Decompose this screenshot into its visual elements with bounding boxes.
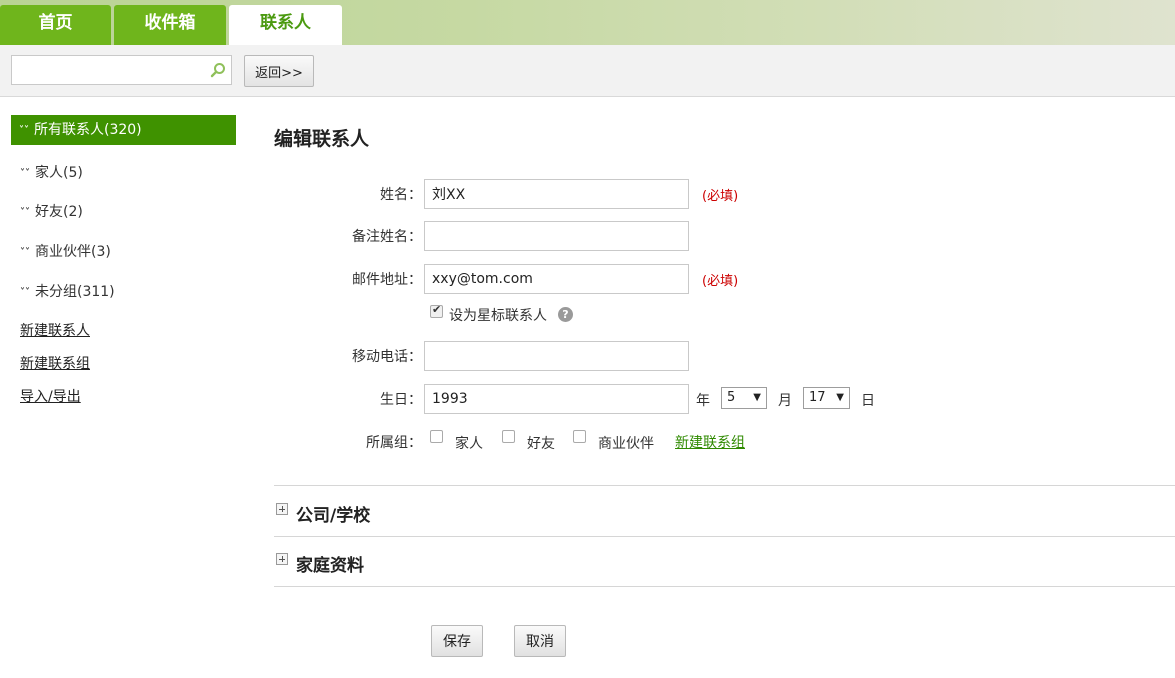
name-field[interactable] — [424, 179, 689, 209]
section-label: 家庭资料 — [296, 556, 364, 576]
email-label: 邮件地址： — [352, 272, 422, 288]
sidebar-item-label: 好友(2) — [35, 204, 83, 220]
birth-month-value: 5 — [727, 390, 736, 405]
sidebar-item-family[interactable]: ˅˅ 家人(5) — [20, 163, 83, 183]
toolbar: 返回>> — [0, 45, 1175, 97]
star-contact-checkbox[interactable] — [430, 303, 443, 318]
alias-field[interactable] — [424, 221, 689, 251]
cancel-button[interactable]: 取消 — [514, 625, 566, 657]
group-checkbox-partners[interactable] — [573, 430, 586, 443]
group-label: 所属组： — [366, 435, 422, 451]
year-unit: 年 — [696, 393, 710, 409]
new-contact-link[interactable]: 新建联系人 — [20, 320, 90, 340]
divider — [274, 586, 1175, 587]
group-option-partners: 商业伙伴 — [598, 436, 654, 452]
group-checkbox-family[interactable] — [430, 430, 443, 443]
sidebar-item-label: 家人(5) — [35, 165, 83, 181]
dropdown-arrow-icon: ▼ — [836, 392, 844, 403]
chevron-down-icon: ˅˅ — [20, 247, 30, 258]
search-box — [11, 55, 232, 85]
birthday-label: 生日： — [380, 392, 422, 408]
sidebar-item-label: 商业伙伴(3) — [35, 244, 111, 260]
email-field[interactable] — [424, 264, 689, 294]
top-tab-bar: 首页 收件箱 联系人 — [0, 0, 1175, 45]
tab-home[interactable]: 首页 — [0, 5, 111, 45]
mobile-field[interactable] — [424, 341, 689, 371]
divider — [274, 536, 1175, 537]
sidebar-item-label: 所有联系人(320) — [34, 122, 142, 138]
name-required-note: (必填) — [702, 189, 739, 204]
birth-year-field[interactable] — [424, 384, 689, 414]
sidebar-item-partners[interactable]: ˅˅ 商业伙伴(3) — [20, 242, 111, 262]
chevron-down-icon: ˅˅ — [20, 287, 30, 298]
birth-day-value: 17 — [809, 390, 826, 405]
dropdown-arrow-icon: ▼ — [753, 392, 761, 403]
expand-plus-icon — [276, 553, 288, 565]
chevron-down-icon: ˅˅ — [20, 207, 30, 218]
chevron-down-icon: ˅˅ — [20, 168, 30, 179]
star-contact-label: 设为星标联系人 — [449, 308, 547, 324]
tab-contacts[interactable]: 联系人 — [229, 5, 342, 45]
save-button[interactable]: 保存 — [431, 625, 483, 657]
edit-contact-form: 编辑联系人 姓名： (必填) 备注姓名： 邮件地址： (必填) 设为星标联系人 … — [274, 97, 1175, 678]
page-title: 编辑联系人 — [274, 128, 370, 150]
alias-label: 备注姓名： — [352, 229, 422, 245]
sidebar-item-ungrouped[interactable]: ˅˅ 未分组(311) — [20, 282, 115, 302]
group-option-friends: 好友 — [527, 436, 555, 452]
birth-month-select[interactable]: 5 ▼ — [721, 387, 767, 409]
search-icon[interactable] — [210, 62, 226, 78]
sidebar-item-friends[interactable]: ˅˅ 好友(2) — [20, 202, 83, 222]
name-label: 姓名： — [380, 187, 422, 203]
tab-inbox[interactable]: 收件箱 — [114, 5, 226, 45]
day-unit: 日 — [861, 393, 875, 409]
expand-plus-icon — [276, 503, 288, 515]
new-group-link[interactable]: 新建联系组 — [20, 353, 90, 373]
back-button[interactable]: 返回>> — [244, 55, 314, 87]
import-export-link[interactable]: 导入/导出 — [20, 386, 81, 406]
mobile-label: 移动电话： — [352, 349, 422, 365]
month-unit: 月 — [778, 393, 792, 409]
help-icon[interactable]: ? — [558, 307, 573, 322]
new-group-inline-link[interactable]: 新建联系组 — [675, 432, 745, 452]
sidebar-item-all-contacts[interactable]: ˅˅ 所有联系人(320) — [11, 115, 236, 145]
divider — [274, 485, 1175, 486]
sidebar: ˅˅ 所有联系人(320) ˅˅ 家人(5) ˅˅ 好友(2) ˅˅ 商业伙伴(3) ˅… — [0, 97, 250, 678]
birth-day-select[interactable]: 17 ▼ — [803, 387, 850, 409]
chevron-down-icon: ˅˅ — [19, 125, 29, 136]
group-option-family: 家人 — [455, 436, 483, 452]
section-label: 公司/学校 — [296, 506, 371, 526]
email-required-note: (必填) — [702, 274, 739, 289]
search-input[interactable] — [12, 56, 202, 84]
sidebar-item-label: 未分组(311) — [35, 284, 115, 300]
group-checkbox-friends[interactable] — [502, 430, 515, 443]
